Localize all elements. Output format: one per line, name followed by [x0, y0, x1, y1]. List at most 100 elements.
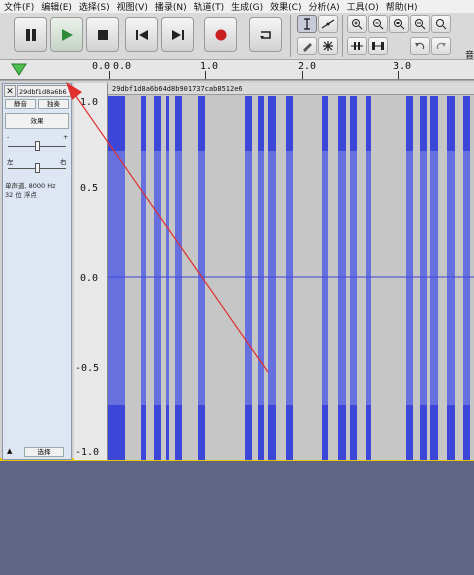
zoom-toggle-button[interactable]: [431, 15, 451, 33]
menu-analyze[interactable]: 分析(A): [304, 0, 342, 13]
skip-start-button[interactable]: [125, 17, 158, 52]
zoom-in-button[interactable]: [347, 15, 367, 33]
pause-icon: [25, 28, 36, 41]
gain-minus-label: -: [7, 133, 10, 141]
amplitude-ruler: 1.0 0.5 0.0 -0.5 -1.0: [74, 83, 108, 460]
pan-left-label: 左: [7, 158, 14, 166]
timeline-label: 0.0: [113, 61, 132, 72]
timeline-tick: [109, 71, 110, 79]
select-track-button[interactable]: 选择: [24, 447, 64, 457]
menu-tools[interactable]: 工具(O): [343, 0, 382, 13]
waveform-rms: [420, 151, 427, 405]
timeline-ruler[interactable]: 0.0 0.0 1.0 2.0 3.0: [0, 60, 474, 80]
pan-slider[interactable]: [35, 163, 40, 173]
selection-tool-button[interactable]: [297, 15, 317, 33]
solo-button[interactable]: 独奏: [38, 99, 69, 109]
skip-end-button[interactable]: [161, 17, 194, 52]
asterisk-icon: [323, 41, 333, 51]
menu-help[interactable]: 帮助(H): [382, 0, 421, 13]
trim-button[interactable]: [347, 37, 367, 55]
draw-tool-button[interactable]: [297, 37, 317, 55]
zoom-fit-selection-icon: [394, 19, 405, 30]
toolbar-separator: [290, 15, 291, 57]
multi-tool-button[interactable]: [318, 37, 338, 55]
menu-view[interactable]: 视图(V): [113, 0, 151, 13]
track-format-bits: 32 位 浮点: [5, 191, 37, 199]
amplitude-label: 1.0: [80, 97, 99, 108]
clip-title-bar[interactable]: 29dbf1d8a6b64d8b901737cab8512e6: [108, 83, 474, 95]
waveform-rms: [338, 151, 346, 405]
ibeam-icon: [304, 18, 310, 30]
waveform-rms: [322, 151, 328, 405]
play-icon: [61, 28, 73, 41]
amplitude-label: 0.5: [80, 183, 99, 194]
loop-button[interactable]: [249, 17, 282, 52]
skip-start-icon: [135, 29, 148, 40]
close-track-button[interactable]: ✕: [4, 85, 16, 97]
toolbar-separator: [342, 15, 343, 57]
stop-icon: [97, 29, 108, 40]
waveform-rms: [406, 151, 413, 405]
record-button[interactable]: [204, 17, 237, 52]
waveform: [108, 96, 474, 460]
timeline-label: 0.0: [92, 61, 111, 72]
fit-project-button[interactable]: [410, 15, 430, 33]
mute-button[interactable]: 静音: [5, 99, 36, 109]
waveform-rms: [108, 151, 125, 405]
waveform-rms: [258, 151, 264, 405]
waveform-rms: [463, 151, 470, 405]
zoom-out-button[interactable]: [368, 15, 388, 33]
undo-button[interactable]: [410, 37, 430, 55]
timeline-tick: [205, 71, 206, 79]
timeline-tick: [398, 71, 399, 79]
record-icon: [215, 29, 226, 40]
envelope-tool-button[interactable]: [318, 15, 338, 33]
effects-button[interactable]: 效果: [5, 113, 69, 129]
empty-project-area[interactable]: [0, 464, 474, 575]
pencil-icon: [303, 43, 312, 52]
menu-effect[interactable]: 效果(C): [266, 0, 304, 13]
track-name-menu[interactable]: 29dbf1d8a6b6: [17, 85, 71, 97]
waveform-rms: [268, 151, 276, 405]
track-bottom-bar: ▲ 选择: [4, 447, 70, 458]
play-button[interactable]: [50, 17, 83, 52]
menu-edit[interactable]: 编辑(E): [37, 0, 75, 13]
timeline-tick: [302, 71, 303, 79]
fit-selection-button[interactable]: [389, 15, 409, 33]
silence-button[interactable]: [368, 37, 388, 55]
silence-audio-icon: [372, 42, 384, 50]
collapse-arrow-icon[interactable]: ▲: [7, 447, 12, 455]
play-head-pin-icon[interactable]: [10, 62, 30, 78]
menu-tracks[interactable]: 轨道(T): [190, 0, 228, 13]
timeline-label: 3.0: [393, 61, 412, 72]
waveform-rms: [350, 151, 357, 405]
toolbar: 音: [0, 13, 474, 61]
gain-plus-label: +: [63, 133, 69, 141]
zoom-out-icon: [373, 19, 384, 30]
amplitude-label: -0.5: [75, 363, 100, 374]
waveform-rms: [245, 151, 252, 405]
skip-end-icon: [171, 29, 184, 40]
amplitude-label: 0.0: [80, 273, 99, 284]
pause-button[interactable]: [14, 17, 47, 52]
menu-generate[interactable]: 生成(G): [227, 0, 266, 13]
stop-button[interactable]: [86, 17, 119, 52]
pan-right-label: 右: [60, 158, 67, 166]
menu-transport[interactable]: 播录(N): [151, 0, 190, 13]
track-name: 29dbf1d8a6b6: [19, 88, 67, 96]
zoom-in-icon: [352, 19, 363, 30]
audacity-window: 文件(F) 编辑(E) 选择(S) 视图(V) 播录(N) 轨道(T) 生成(G…: [0, 0, 474, 575]
menu-bar: 文件(F) 编辑(E) 选择(S) 视图(V) 播录(N) 轨道(T) 生成(G…: [0, 0, 474, 13]
menu-select[interactable]: 选择(S): [75, 0, 113, 13]
redo-button[interactable]: [431, 37, 451, 55]
gain-slider[interactable]: [35, 141, 40, 151]
waveform-rms: [366, 151, 371, 405]
track-control-panel: ✕ 29dbf1d8a6b6 静音 独奏 效果 - + 左 右 单声道, 800…: [2, 83, 72, 460]
waveform-rms: [430, 151, 438, 405]
waveform-rms: [166, 151, 169, 405]
menu-file[interactable]: 文件(F): [0, 0, 37, 13]
trim-audio-icon: [351, 42, 363, 50]
undo-icon: [415, 42, 425, 50]
waveform-area[interactable]: 29dbf1d8a6b64d8b901737cab8512e6: [108, 83, 474, 460]
waveform-rms: [154, 151, 161, 405]
